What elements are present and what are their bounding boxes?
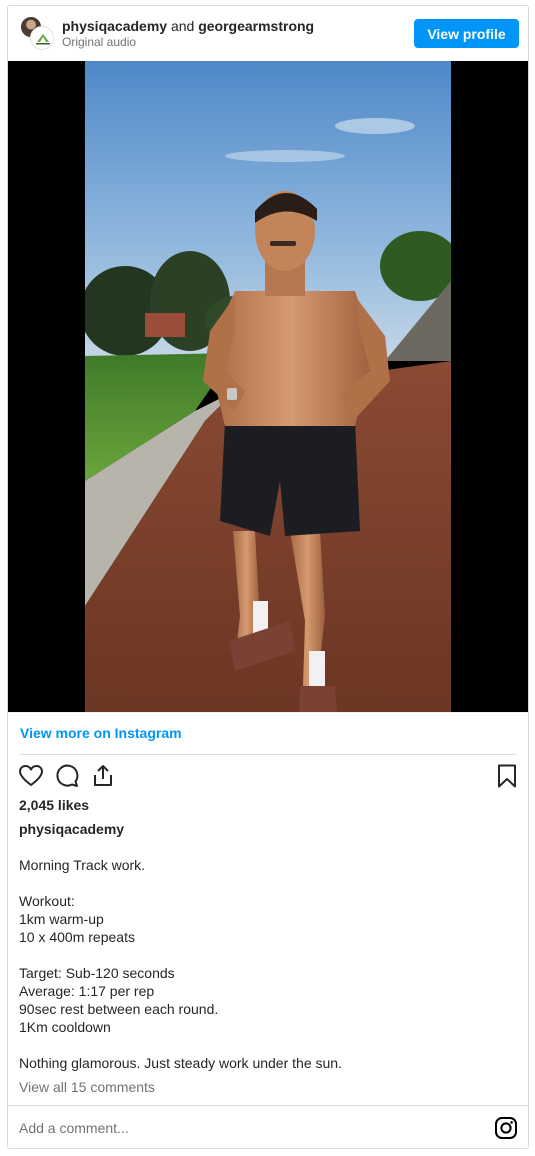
caption-line: 10 x 400m repeats [19, 929, 135, 945]
likes-count[interactable]: 2,045 likes [19, 797, 89, 813]
caption-line [19, 874, 342, 892]
academy-logo-icon [36, 34, 50, 45]
post-photo[interactable] [85, 61, 451, 712]
caption-line: Nothing glamorous. Just steady work unde… [19, 1055, 342, 1071]
caption-line [19, 1036, 342, 1054]
view-more-link[interactable]: View more on Instagram [20, 725, 182, 741]
audio-label[interactable]: Original audio [62, 35, 136, 50]
comment-icon[interactable] [54, 763, 80, 789]
divider [8, 712, 528, 713]
caption-line: Target: Sub-120 seconds [19, 965, 175, 981]
collab-author-link[interactable]: georgearmstrong [198, 18, 314, 34]
view-profile-button[interactable]: View profile [414, 19, 519, 48]
share-icon[interactable] [90, 763, 116, 789]
add-comment-input[interactable] [19, 1120, 419, 1136]
caption-line: 1Km cooldown [19, 1019, 111, 1035]
post-media[interactable] [8, 61, 528, 712]
heart-icon[interactable] [18, 763, 44, 789]
post-header: physiqacademy and georgearmstrong Origin… [8, 6, 528, 61]
divider [20, 754, 516, 755]
instagram-embed-card: physiqacademy and georgearmstrong Origin… [7, 5, 529, 1149]
avatar-logo[interactable] [30, 26, 54, 50]
caption-line: Average: 1:17 per rep [19, 983, 155, 999]
view-comments-link[interactable]: View all 15 comments [19, 1079, 155, 1095]
divider [8, 1105, 528, 1106]
caption-line: 1km warm-up [19, 911, 104, 927]
caption-username[interactable]: physiqacademy [19, 821, 124, 837]
author-connector: and [170, 18, 195, 34]
caption-line: Morning Track work. [19, 857, 146, 873]
post-authors: physiqacademy and georgearmstrong [62, 17, 314, 35]
author-link[interactable]: physiqacademy [62, 18, 167, 34]
avatar-stack[interactable] [20, 16, 54, 50]
instagram-logo-icon[interactable] [494, 1116, 518, 1140]
bookmark-icon[interactable] [494, 763, 520, 789]
caption-line [19, 946, 342, 964]
caption-line: 90sec rest between each round. [19, 1001, 219, 1017]
caption-line: Workout: [19, 893, 75, 909]
caption-text: Morning Track work. Workout: 1km warm-up… [19, 856, 342, 1072]
athlete-track-image [85, 61, 451, 712]
